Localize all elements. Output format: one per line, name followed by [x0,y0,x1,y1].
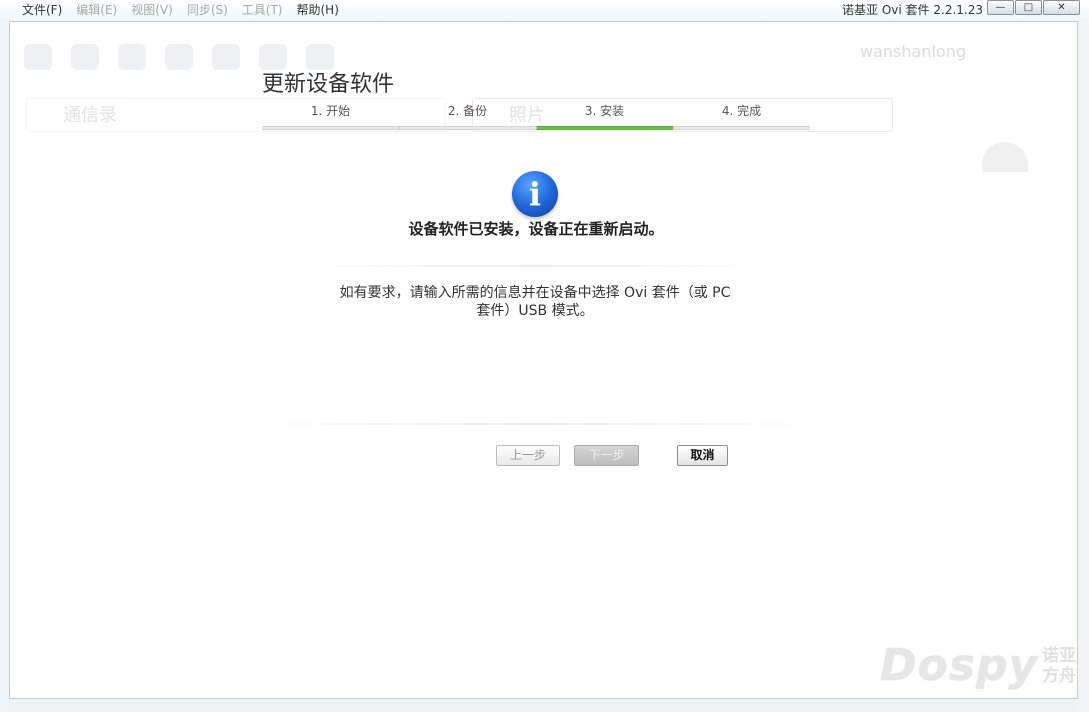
calendar-icon [165,44,193,70]
divider [262,423,810,425]
watermark: Dospy 诺亚 方舟 [880,640,1076,691]
wizard-steps: 1. 开始 2. 备份 3. 安装 4. 完成 [262,103,810,133]
cancel-button[interactable]: 取消 [677,445,728,466]
instruction-message: 如有要求，请输入所需的信息并在设备中选择 Ovi 套件（或 PC 套件）USB … [300,284,770,320]
menu-edit[interactable]: 编辑(E) [76,0,117,20]
home-icon [24,44,52,70]
window-bottom-edge [9,699,1078,712]
menu-help[interactable]: 帮助(H) [297,0,339,20]
background-user-name: wanshanlong [860,42,966,61]
menu-sync[interactable]: 同步(S) [187,0,228,20]
menu-items: 文件(F) 编辑(E) 视图(V) 同步(S) 工具(T) 帮助(H) [22,0,339,20]
step-progress-bar [399,126,536,130]
close-button[interactable]: ✕ [1043,0,1080,15]
maximize-button[interactable]: □ [1015,0,1042,15]
contacts-icon [71,44,99,70]
dialog-title: 更新设备软件 [262,72,395,97]
menu-bar: 文件(F) 编辑(E) 视图(V) 同步(S) 工具(T) 帮助(H) 诺基亚 … [0,0,1089,20]
watermark-side-text: 诺亚 方舟 [1042,646,1076,686]
step-label: 2. 备份 [447,104,488,118]
step-finish: 4. 完成 [673,103,810,133]
next-button[interactable]: 下一步 [574,445,639,466]
step-install: 3. 安装 [536,103,673,133]
info-icon: i [512,171,558,217]
avatar [982,142,1028,172]
watermark-line: 方舟 [1042,665,1077,686]
instruction-line: 如有要求，请输入所需的信息并在设备中选择 Ovi 套件（或 PC [339,285,731,301]
watermark-logo: Dospy [880,640,1039,691]
minimize-button[interactable]: — [987,0,1014,15]
divider [300,265,770,267]
step-start: 1. 开始 [262,103,399,133]
menu-view[interactable]: 视图(V) [131,0,173,20]
instruction-line: 套件）USB 模式。 [476,303,594,319]
watermark-line: 诺亚 [1042,645,1077,666]
window-controls: — □ ✕ [986,0,1080,15]
step-label: 1. 开始 [310,104,351,118]
status-message: 设备软件已安装，设备正在重新启动。 [408,220,664,238]
step-progress-bar [262,126,399,130]
step-label: 4. 完成 [721,104,762,118]
previous-button[interactable]: 上一步 [496,445,560,466]
menu-tools[interactable]: 工具(T) [242,0,283,20]
messages-icon [118,44,146,70]
menu-file[interactable]: 文件(F) [22,0,62,20]
step-label: 3. 安装 [584,104,625,118]
step-backup: 2. 备份 [399,103,536,133]
app-title: 诺基亚 Ovi 套件 2.2.1.23 [842,3,983,17]
step-progress-bar [536,126,673,130]
music-icon [212,44,240,70]
step-progress-bar [673,126,810,130]
